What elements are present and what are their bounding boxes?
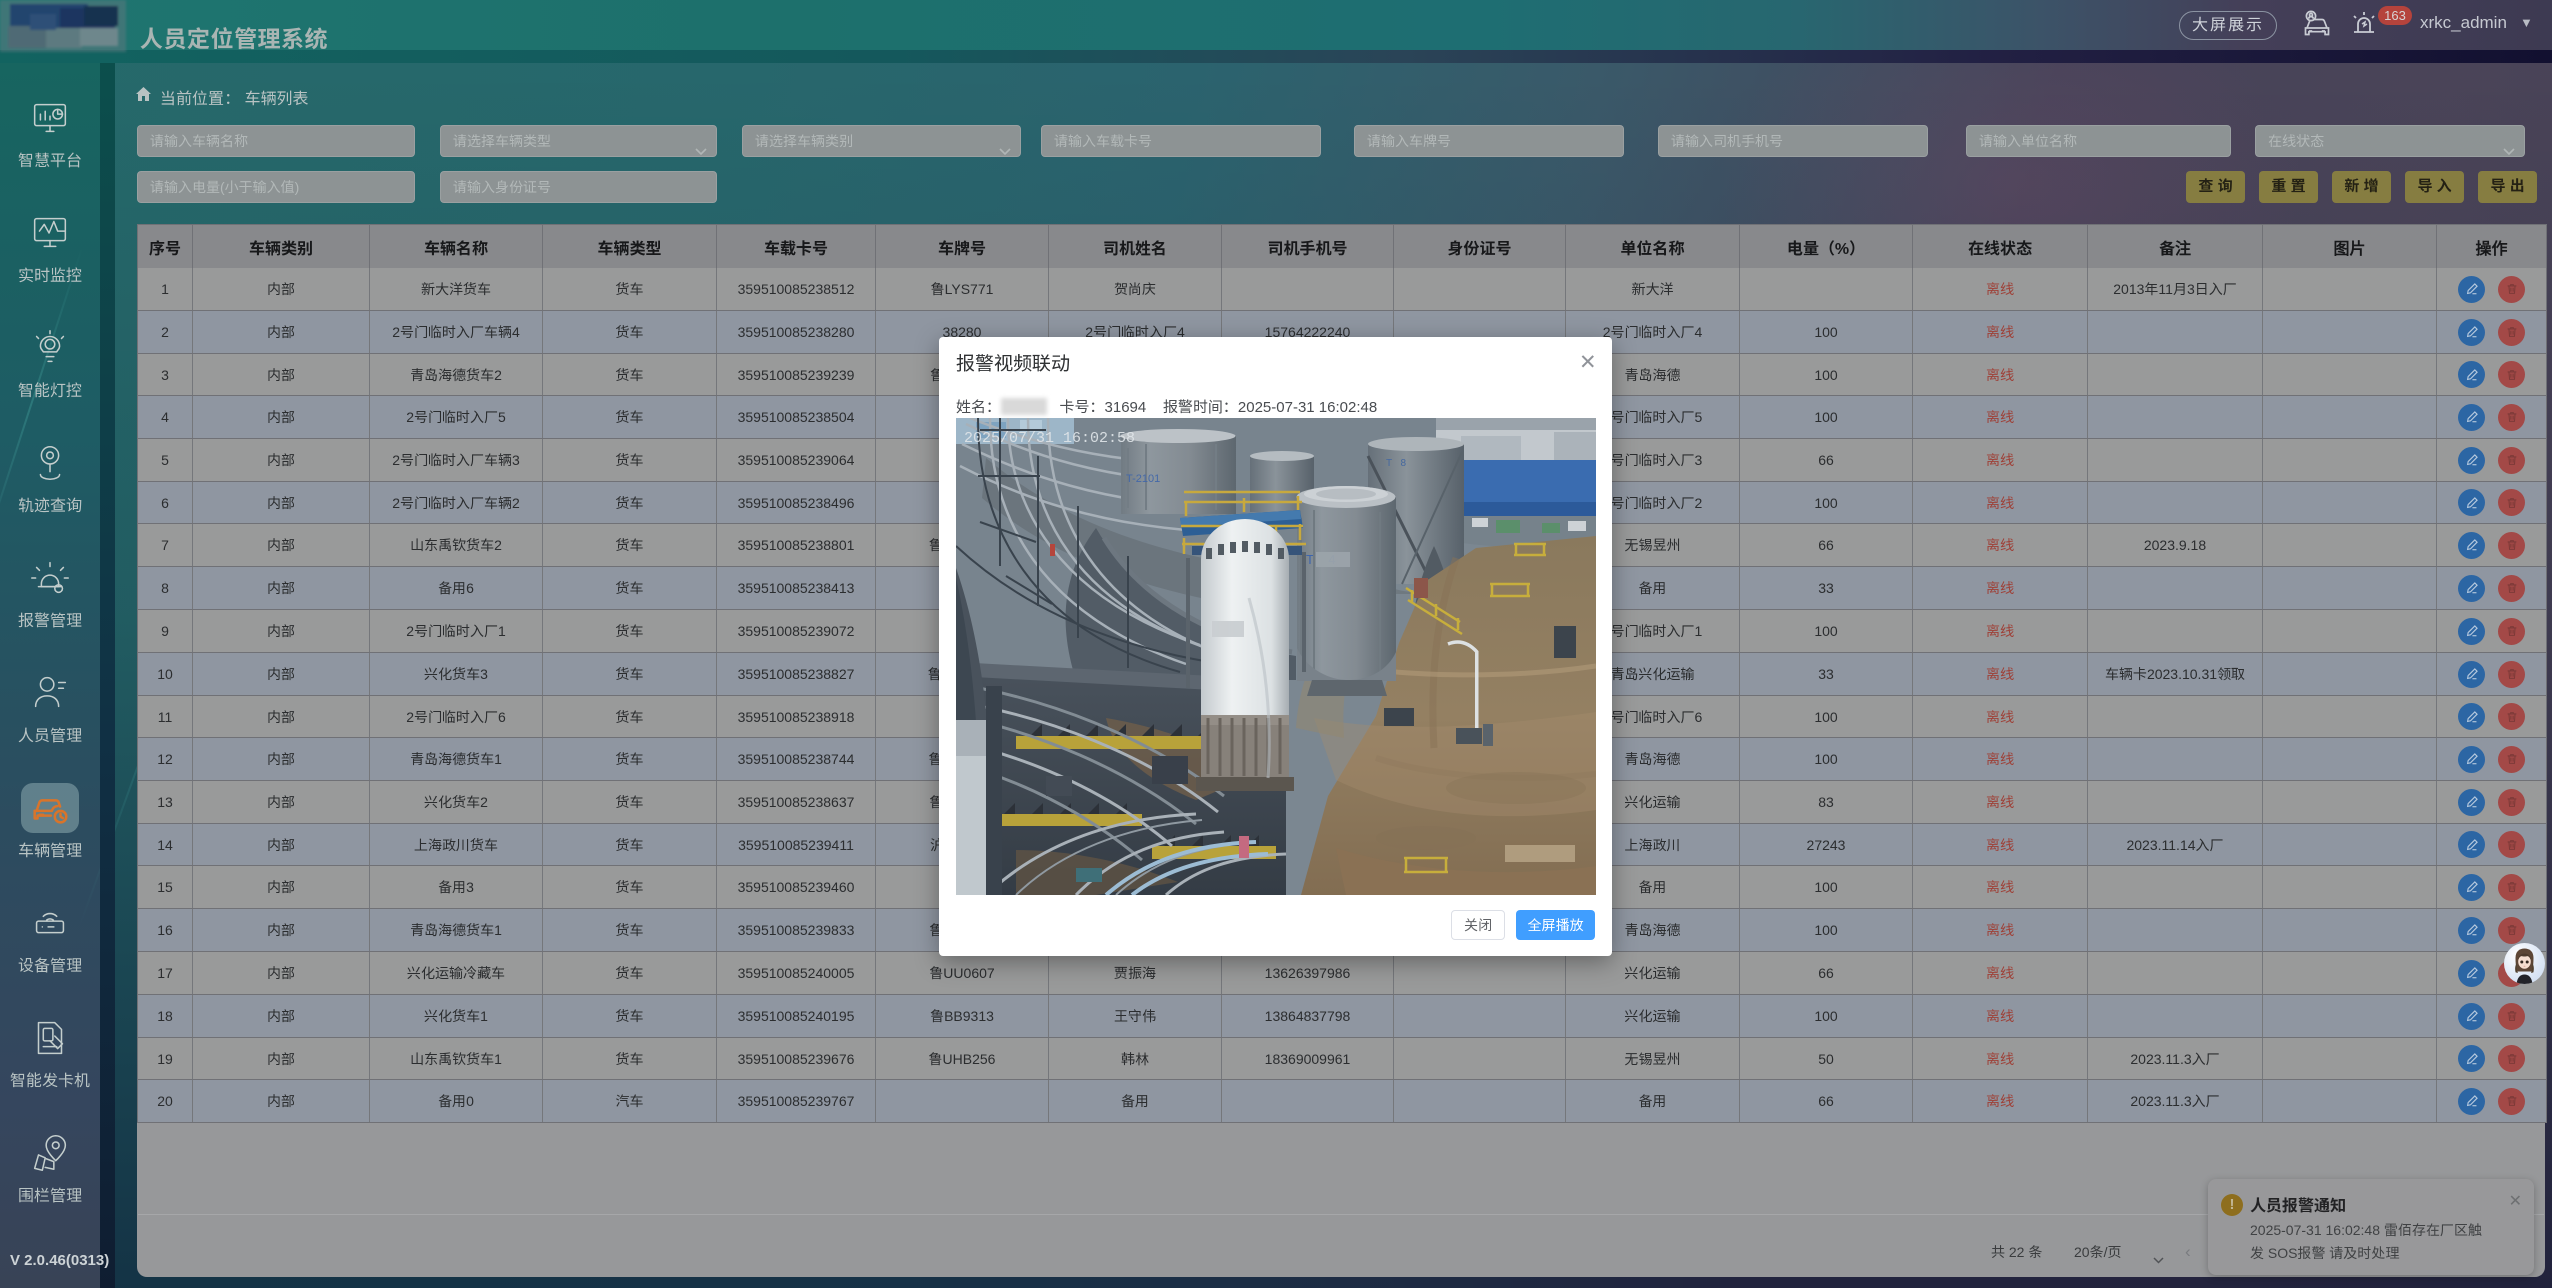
svg-text:T 8: T 8	[1386, 458, 1406, 469]
svg-text:T-2101: T-2101	[1126, 473, 1160, 485]
svg-text:2025/07/31 16:02:58: 2025/07/31 16:02:58	[964, 430, 1135, 447]
